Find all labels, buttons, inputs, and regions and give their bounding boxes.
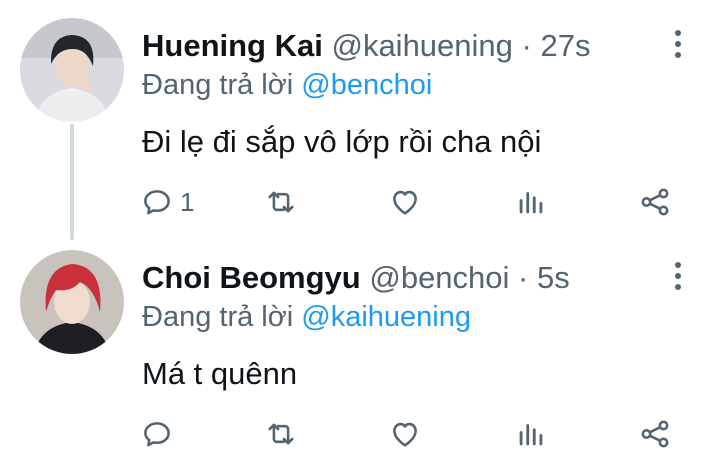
replying-to-handle[interactable]: @kaihuening (301, 301, 471, 333)
timestamp[interactable]: 5s (537, 260, 570, 295)
more-vertical-icon[interactable] (664, 26, 692, 62)
separator: · (521, 28, 532, 63)
tweet[interactable]: Choi Beomgyu @benchoi · 5s Đang trả lời … (0, 240, 720, 452)
heart-icon (393, 422, 417, 447)
separator: · (518, 260, 529, 295)
display-name[interactable]: Choi Beomgyu (142, 260, 361, 295)
retweet-button[interactable] (264, 180, 298, 224)
user-handle[interactable]: @kaihuening (331, 28, 512, 63)
bar-chart-icon (519, 424, 543, 446)
heart-icon (393, 190, 417, 215)
tweet-text: Má t quênn (142, 356, 298, 391)
reply-count: 1 (180, 186, 195, 217)
more-vertical-icon[interactable] (664, 258, 692, 294)
comment-icon (144, 422, 170, 447)
user-handle[interactable]: @benchoi (369, 260, 509, 295)
action-bar: 1 (0, 180, 720, 224)
tweet-header: Huening Kai @kaihuening · 27s (142, 28, 590, 64)
avatar[interactable] (20, 250, 124, 354)
timestamp[interactable]: 27s (540, 28, 590, 63)
avatar[interactable] (20, 18, 124, 122)
reply-button[interactable]: 1 (140, 180, 194, 224)
share-icon (641, 188, 669, 216)
share-button[interactable] (638, 180, 672, 224)
tweet[interactable]: Huening Kai @kaihuening · 27s Đang trả l… (0, 0, 720, 240)
replying-to: Đang trả lời @kaihuening (142, 300, 471, 334)
action-bar (0, 412, 720, 456)
share-icon (641, 420, 669, 448)
replying-to-handle[interactable]: @benchoi (301, 69, 432, 101)
views-button[interactable] (514, 412, 548, 456)
share-button[interactable] (638, 412, 672, 456)
bar-chart-icon (519, 192, 543, 214)
comment-icon (144, 190, 170, 215)
retweet-button[interactable] (264, 412, 298, 456)
replying-to-label: Đang trả lời (142, 69, 294, 101)
replying-to: Đang trả lời @benchoi (142, 68, 432, 102)
views-button[interactable] (514, 180, 548, 224)
like-button[interactable] (388, 412, 422, 456)
display-name[interactable]: Huening Kai (142, 28, 323, 63)
retweet-icon (268, 423, 294, 445)
retweet-icon (268, 191, 294, 213)
reply-button[interactable] (140, 412, 180, 456)
replying-to-label: Đang trả lời (142, 301, 294, 333)
tweet-text: Đi lẹ đi sắp vô lớp rồi cha nội (142, 124, 542, 159)
tweet-header: Choi Beomgyu @benchoi · 5s (142, 260, 570, 296)
like-button[interactable] (388, 180, 422, 224)
